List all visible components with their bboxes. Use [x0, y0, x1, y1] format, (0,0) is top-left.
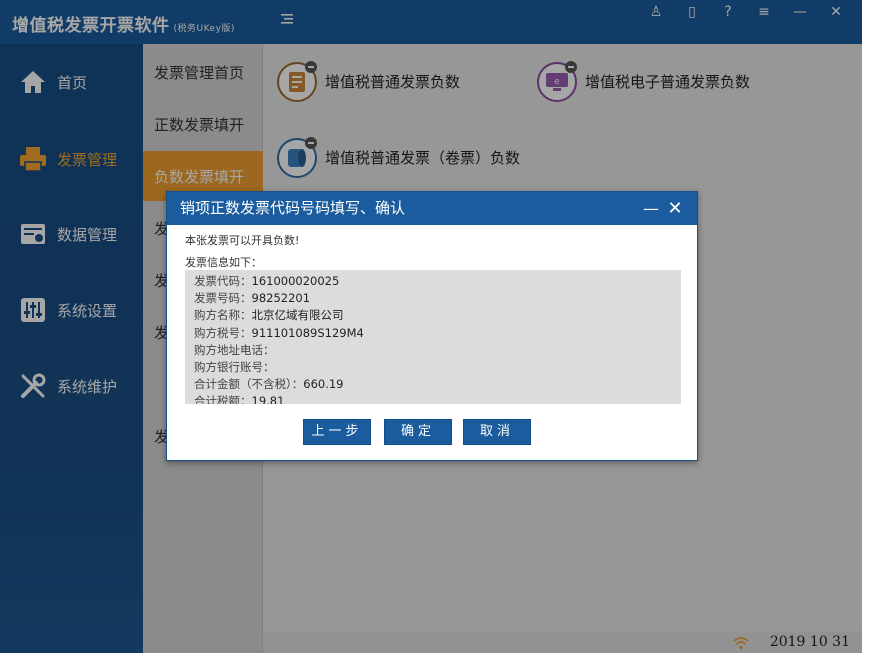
ok-button[interactable]: 确定 [384, 419, 452, 445]
info-value: 19.81 [251, 394, 285, 404]
info-label: 购方税号： [194, 325, 252, 340]
dialog-close-icon[interactable]: ✕ [665, 192, 685, 225]
dialog-message: 本张发票可以开具负数! [185, 234, 300, 247]
info-row-invoice-code: 发票代码：161000020025 [194, 273, 681, 290]
info-heading: 发票信息如下： [185, 256, 262, 269]
info-value: 98252201 [251, 291, 311, 306]
cancel-button[interactable]: 取消 [463, 419, 531, 445]
info-value: 911101089S129M4 [251, 325, 364, 340]
info-label: 购方银行账号： [194, 360, 275, 375]
info-label: 购方地址电话： [194, 342, 275, 357]
info-value: 161000020025 [251, 274, 340, 288]
app-window: 增值税发票开票软件(税务UKey版) ♙ ▯ ? ≡ — ✕ 首页 发票管理 [0, 0, 862, 653]
info-row-total-tax: 合计税额：19.81 [194, 393, 681, 404]
dialog-minimize-icon[interactable]: — [641, 192, 661, 225]
info-label: 购方名称： [194, 308, 252, 323]
confirm-dialog: 销项正数发票代码号码填写、确认 — ✕ 本张发票可以开具负数! 发票信息如下： … [166, 191, 698, 461]
info-label: 发票号码： [194, 291, 252, 306]
info-row-buyer-address: 购方地址电话： [194, 342, 681, 359]
info-row-buyer-bank: 购方银行账号： [194, 359, 681, 376]
info-label: 合计税额： [194, 394, 252, 404]
info-row-invoice-number: 发票号码：98252201 [194, 290, 681, 307]
invoice-info-box[interactable]: 发票代码：161000020025 发票号码：98252201 购方名称：北京亿… [185, 270, 681, 404]
dialog-buttons: 上一步 确定 取消 [167, 419, 697, 447]
info-row-total-amount: 合计金额（不含税）：660.19 [194, 376, 681, 393]
dialog-title: 销项正数发票代码号码填写、确认 [180, 199, 406, 217]
info-row-buyer-name: 购方名称：北京亿域有限公司 [194, 307, 681, 324]
info-label: 发票代码： [194, 274, 252, 288]
info-value: 北京亿域有限公司 [251, 308, 344, 323]
dialog-header: 销项正数发票代码号码填写、确认 — ✕ [167, 192, 697, 225]
info-label: 合计金额（不含税）： [194, 377, 304, 392]
prev-step-button[interactable]: 上一步 [303, 419, 371, 445]
info-row-buyer-tax-id: 购方税号：911101089S129M4 [194, 325, 681, 342]
info-value: 660.19 [303, 377, 344, 392]
